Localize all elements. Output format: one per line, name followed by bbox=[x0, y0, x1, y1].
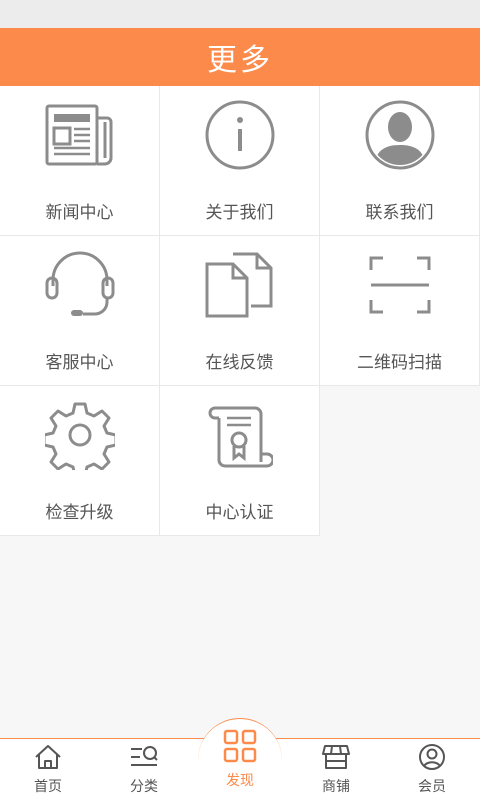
tab-label: 首页 bbox=[34, 779, 62, 795]
gear-icon bbox=[43, 398, 117, 472]
tab-shop[interactable]: 商铺 bbox=[288, 742, 384, 800]
feedback-documents-icon bbox=[203, 248, 277, 322]
bottom-tab-bar: 首页 分类 发现 商铺 会员 bbox=[0, 718, 480, 800]
grid-item-label: 客服中心 bbox=[45, 353, 114, 373]
grid-item-certification[interactable]: 中心认证 bbox=[160, 386, 320, 536]
contact-person-icon bbox=[363, 98, 437, 172]
status-bar bbox=[0, 0, 480, 28]
tab-label: 会员 bbox=[418, 779, 446, 795]
member-icon bbox=[417, 742, 447, 772]
grid-item-feedback[interactable]: 在线反馈 bbox=[160, 236, 320, 386]
grid-item-news[interactable]: 新闻中心 bbox=[0, 86, 160, 236]
page-header: 更多 bbox=[0, 28, 480, 86]
grid-item-label: 关于我们 bbox=[205, 203, 274, 223]
discover-grid-icon bbox=[220, 728, 260, 764]
grid-item-customer-service[interactable]: 客服中心 bbox=[0, 236, 160, 386]
home-icon bbox=[33, 742, 63, 772]
grid-item-check-update[interactable]: 检查升级 bbox=[0, 386, 160, 536]
tab-label: 商铺 bbox=[322, 779, 350, 795]
info-icon bbox=[203, 98, 277, 172]
headset-icon bbox=[43, 248, 117, 322]
grid-item-label: 在线反馈 bbox=[205, 353, 274, 373]
tab-discover[interactable]: 发现 bbox=[192, 724, 288, 789]
grid-item-label: 检查升级 bbox=[45, 503, 114, 523]
tab-category[interactable]: 分类 bbox=[96, 742, 192, 800]
tab-label: 发现 bbox=[226, 773, 254, 789]
tab-home[interactable]: 首页 bbox=[0, 742, 96, 800]
grid-item-contact[interactable]: 联系我们 bbox=[320, 86, 480, 236]
grid-item-qr-scan[interactable]: 二维码扫描 bbox=[320, 236, 480, 386]
grid-item-about[interactable]: 关于我们 bbox=[160, 86, 320, 236]
qr-scan-icon bbox=[363, 248, 437, 322]
newspaper-icon bbox=[43, 98, 117, 172]
grid-item-label: 二维码扫描 bbox=[357, 353, 442, 373]
certificate-scroll-icon bbox=[203, 398, 277, 472]
grid-item-label: 中心认证 bbox=[205, 503, 274, 523]
tab-label: 分类 bbox=[130, 779, 158, 795]
grid-item-label: 联系我们 bbox=[365, 203, 434, 223]
category-search-icon bbox=[129, 742, 159, 772]
tab-member[interactable]: 会员 bbox=[384, 742, 480, 800]
grid-item-label: 新闻中心 bbox=[45, 203, 114, 223]
shop-icon bbox=[321, 742, 351, 772]
page-title: 更多 bbox=[207, 43, 273, 78]
